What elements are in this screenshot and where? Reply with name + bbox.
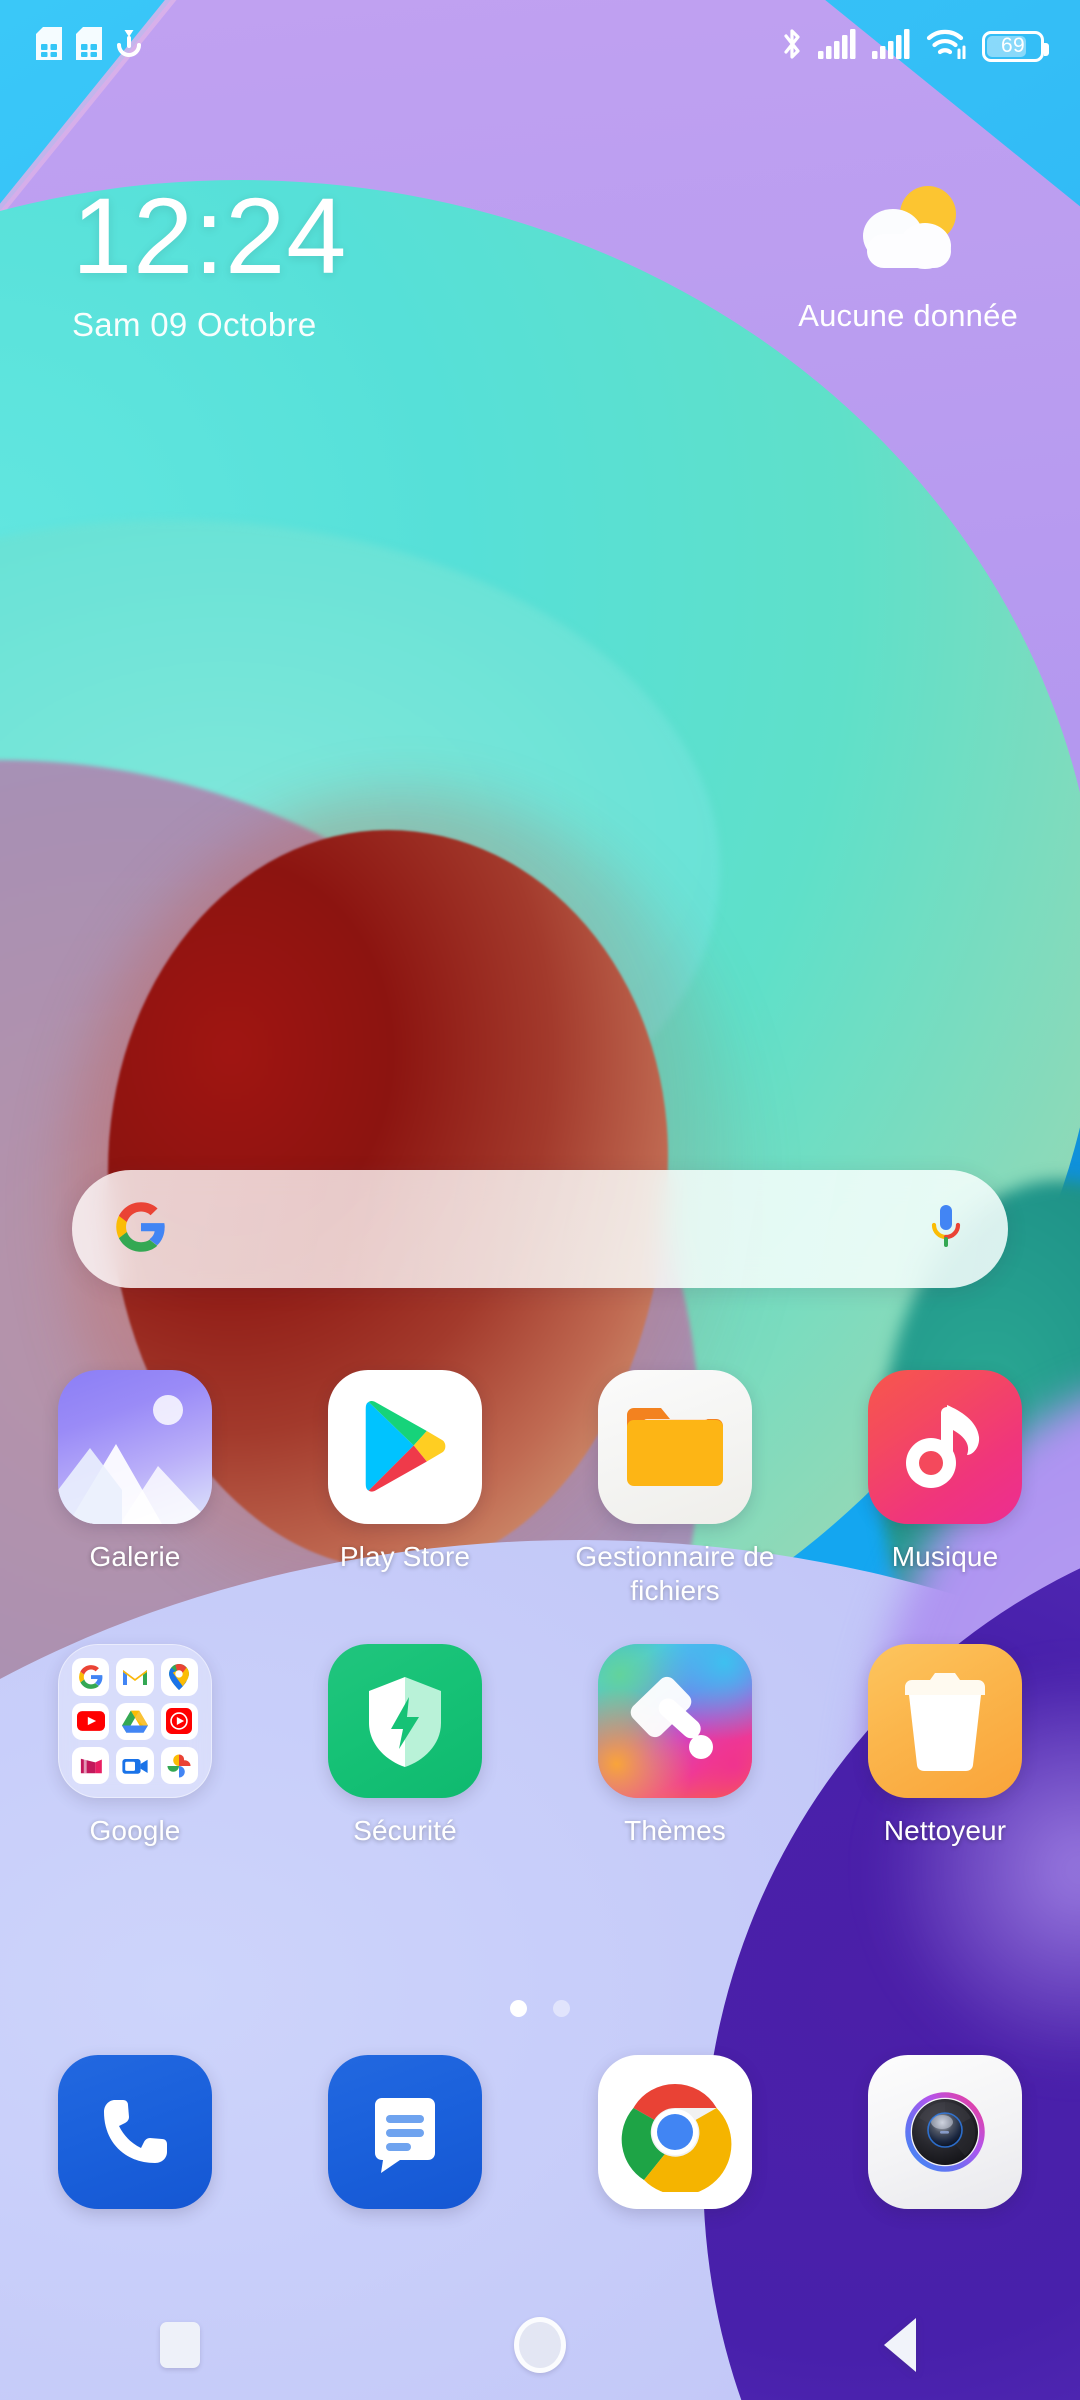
sim-card-1-icon (36, 27, 62, 65)
page-dot-1[interactable] (510, 2000, 527, 2017)
security-shield-icon[interactable] (328, 1644, 482, 1799)
app-label: Galerie (89, 1541, 181, 1572)
app-musique[interactable]: Musique (810, 1370, 1080, 1608)
themes-paint-roller-icon[interactable] (598, 1644, 752, 1799)
youtube-music-icon (160, 1702, 198, 1740)
phone-icon[interactable] (58, 2055, 212, 2209)
app-themes[interactable]: Thèmes (540, 1644, 810, 1848)
weather-status-label: Aucune donnée (798, 298, 1018, 333)
status-bar[interactable]: 69 (0, 0, 1080, 92)
youtube-icon (72, 1702, 110, 1740)
clock-date: Sam 09 Octobre (72, 306, 317, 343)
sim-card-2-icon (76, 27, 102, 65)
app-galerie[interactable]: Galerie (0, 1370, 270, 1608)
app-label: Thèmes (624, 1815, 726, 1847)
google-folder-icon[interactable] (58, 1644, 212, 1799)
clock-time: 12:24 (72, 175, 348, 296)
google-search-bar[interactable] (72, 1170, 1008, 1288)
recents-square-icon (160, 2322, 200, 2368)
app-label: Sécurité (353, 1815, 457, 1847)
file-manager-icon[interactable] (598, 1370, 752, 1524)
google-search-icon (72, 1658, 110, 1696)
dock-item-chrome[interactable] (540, 2055, 810, 2209)
bluetooth-icon (780, 27, 804, 66)
recents-button[interactable] (0, 2290, 360, 2400)
search-input[interactable] (168, 1170, 926, 1288)
app-label: Google (89, 1815, 181, 1847)
google-drive-icon (116, 1702, 154, 1740)
dock-item-camera[interactable] (810, 2055, 1080, 2209)
music-icon[interactable] (868, 1370, 1022, 1524)
microphone-icon[interactable] (926, 1201, 966, 1258)
chrome-icon[interactable] (598, 2055, 752, 2209)
play-store-icon[interactable] (328, 1370, 482, 1524)
page-indicator[interactable] (0, 2000, 1080, 2017)
dock-item-messages[interactable] (270, 2055, 540, 2209)
dock-item-phone[interactable] (0, 2055, 270, 2209)
download-icon (116, 28, 142, 64)
app-grid: Galerie Play Store Gestionnaire de fichi… (0, 1370, 1080, 1848)
google-meet-icon (116, 1746, 154, 1785)
google-play-movies-icon (72, 1746, 110, 1785)
back-triangle-icon (884, 2318, 916, 2372)
back-button[interactable] (720, 2290, 1080, 2400)
sun-behind-cloud-icon (843, 180, 973, 280)
battery-indicator: 69 (982, 30, 1049, 62)
gmail-icon (116, 1658, 154, 1696)
status-bar-right-icons: 69 (780, 27, 1049, 66)
app-folder-google[interactable]: Google (0, 1644, 270, 1848)
app-label: Play Store (339, 1541, 471, 1572)
dock (0, 2055, 1080, 2209)
status-bar-left-icons (36, 27, 142, 65)
page-dot-2[interactable] (553, 2000, 570, 2017)
battery-percent-label: 69 (1001, 34, 1025, 57)
app-securite[interactable]: Sécurité (270, 1644, 540, 1848)
cleaner-trash-icon[interactable] (868, 1644, 1022, 1799)
app-nettoyeur[interactable]: Nettoyeur (810, 1644, 1080, 1848)
wifi-icon (926, 28, 968, 64)
google-maps-icon (160, 1658, 198, 1696)
gallery-icon[interactable] (58, 1370, 212, 1524)
clock-widget[interactable]: 12:24 Sam 09 Octobre (72, 182, 347, 344)
app-file-manager[interactable]: Gestionnaire de fichiers (540, 1370, 810, 1608)
app-label: Gestionnaire de fichiers (575, 1541, 775, 1607)
home-circle-icon (514, 2317, 566, 2373)
navigation-bar (0, 2290, 1080, 2400)
camera-icon[interactable] (868, 2055, 1022, 2209)
google-g-icon (114, 1200, 168, 1259)
messages-icon[interactable] (328, 2055, 482, 2209)
signal-2-icon (872, 28, 912, 64)
app-play-store[interactable]: Play Store (270, 1370, 540, 1608)
app-label: Musique (891, 1541, 999, 1572)
weather-widget[interactable]: Aucune donnée (798, 180, 1018, 334)
google-photos-icon (160, 1746, 198, 1785)
signal-1-icon (818, 28, 858, 64)
app-label: Nettoyeur (883, 1815, 1007, 1847)
home-button[interactable] (360, 2290, 720, 2400)
